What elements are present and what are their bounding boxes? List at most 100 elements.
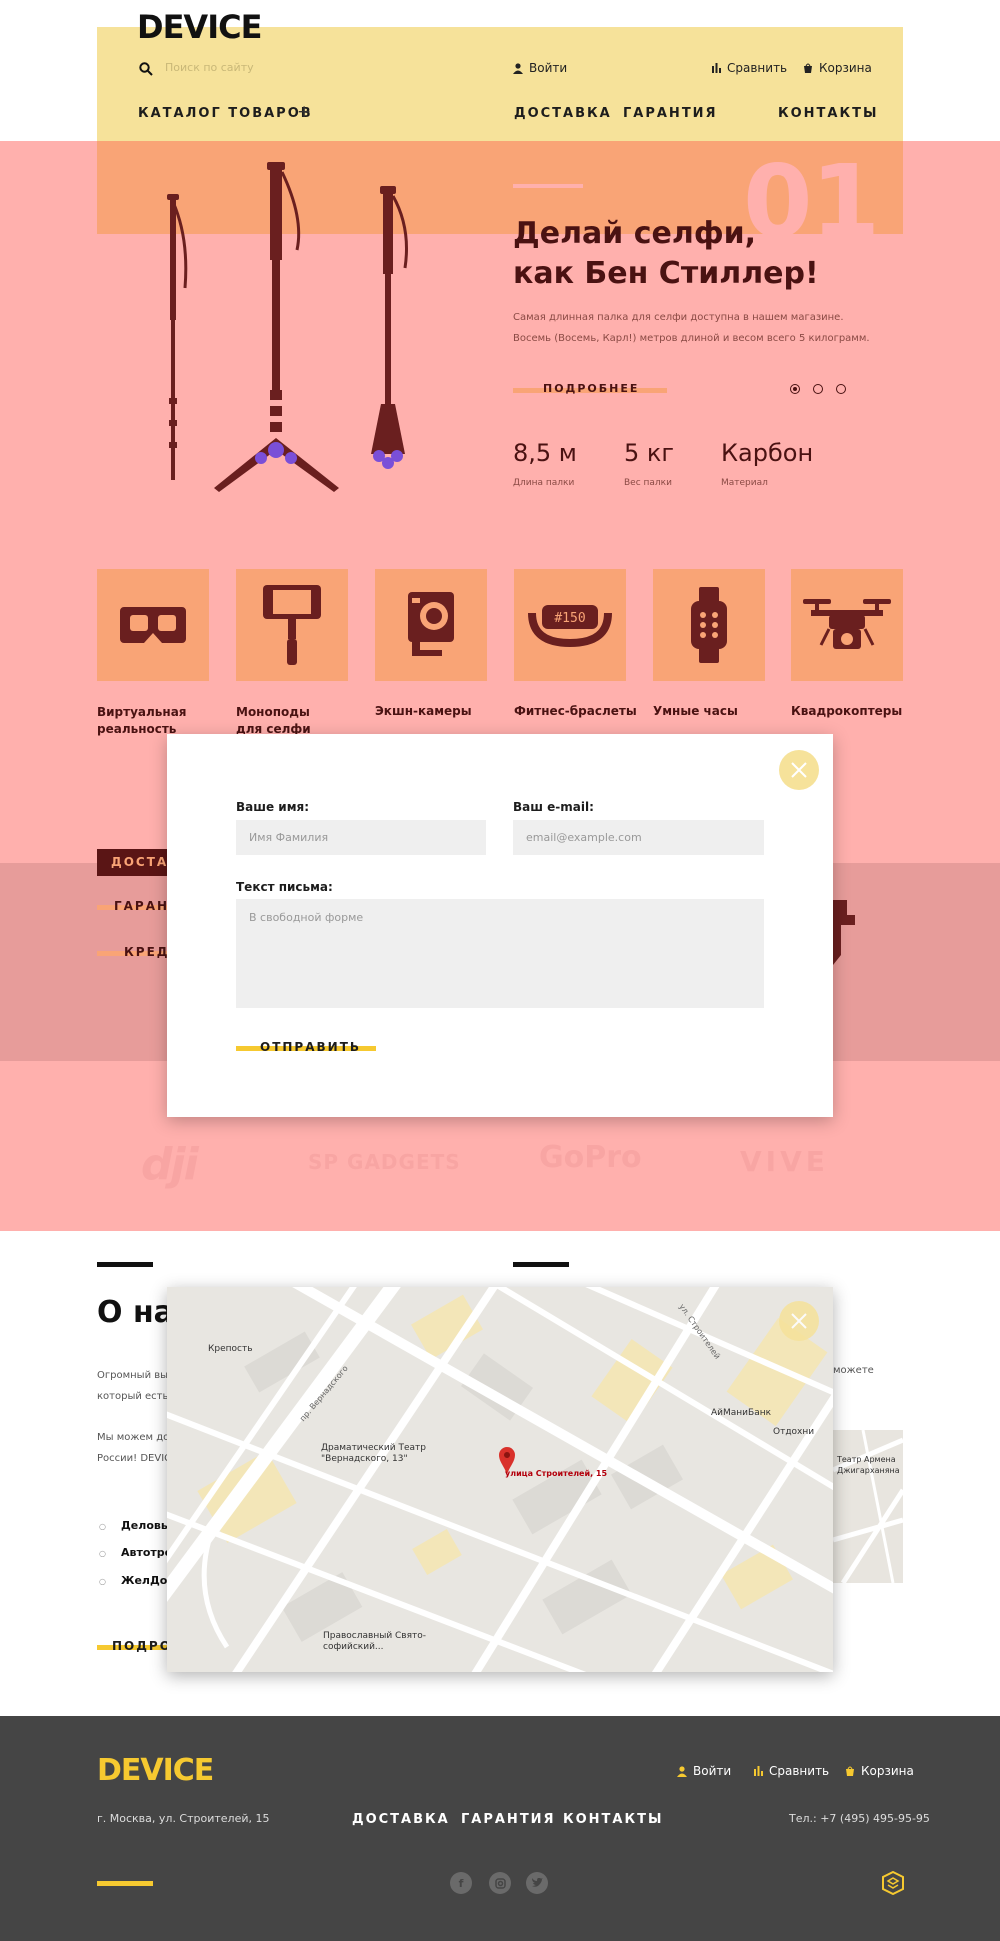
login-link[interactable]: Войти	[513, 61, 567, 75]
compare-icon	[712, 63, 721, 73]
about-accent-line	[97, 1262, 153, 1267]
about-text-2-line-1: Мы можем дос	[97, 1432, 175, 1443]
map-modal[interactable]: улица Строителей, 15 Крепость Драматичес…	[167, 1287, 833, 1672]
bullet-3: ○	[99, 1577, 106, 1586]
map-marker-label: улица Строителей, 15	[505, 1469, 608, 1478]
submit-button[interactable]: ОТПРАВИТЬ	[260, 1040, 361, 1054]
footer-cart-link[interactable]: Корзина	[845, 1764, 914, 1778]
login-label: Войти	[529, 61, 568, 75]
developer-logo-icon[interactable]	[882, 1870, 904, 1896]
email-label: Ваш e-mail:	[513, 800, 594, 814]
category-label-monopods[interactable]: Моноподы для селфи	[236, 704, 311, 738]
spec-label-length: Длина палки	[513, 478, 575, 488]
email-input[interactable]: email@example.com	[513, 820, 764, 855]
brand-gopro[interactable]: GoPro	[539, 1140, 642, 1175]
nav-warranty[interactable]: ГАРАНТИЯ	[623, 106, 718, 121]
category-fitness[interactable]: #150	[514, 569, 626, 681]
category-label-monopods-line-1: Моноподы	[236, 705, 310, 719]
search-icon[interactable]	[139, 61, 153, 76]
service-illustration	[833, 855, 855, 965]
footer-nav-contacts[interactable]: КОНТАКТЫ	[563, 1812, 663, 1827]
category-smartwatch[interactable]	[653, 569, 765, 681]
message-textarea-placeholder: В свободной форме	[249, 911, 364, 924]
contacts-text: можете	[833, 1365, 874, 1376]
map-preview-poi: Театр Армена Джигарханяна	[837, 1454, 900, 1476]
footer-login-link[interactable]: Войти	[677, 1764, 731, 1778]
category-label-drones[interactable]: Квадрокоптеры	[791, 704, 902, 718]
footer-address: г. Москва, ул. Строителей, 15	[97, 1812, 270, 1825]
footer-compare-label: Сравнить	[769, 1764, 830, 1778]
about-more-button[interactable]: ПОДРО	[112, 1639, 172, 1653]
nav-delivery[interactable]: ДОСТАВКА	[514, 106, 612, 121]
category-label-watches[interactable]: Умные часы	[653, 704, 738, 718]
about-text-1-line-1: Огромный вы	[97, 1370, 169, 1381]
close-icon	[791, 1313, 807, 1329]
map-poi: Крепость	[208, 1344, 253, 1354]
name-label: Ваше имя:	[236, 800, 310, 814]
map-close-button[interactable]	[779, 1301, 819, 1341]
slide-dot-2[interactable]	[813, 384, 823, 394]
slide-image	[159, 158, 459, 498]
site-logo[interactable]: DEVICE	[137, 8, 262, 46]
category-label-fitness[interactable]: Фитнес-браслеты	[514, 704, 637, 718]
brand-dji[interactable]: dji	[141, 1139, 199, 1190]
brand-vive[interactable]: VIVE	[740, 1145, 829, 1178]
name-input-placeholder: Имя Фамилия	[249, 831, 329, 844]
cart-label: Корзина	[819, 61, 872, 75]
message-textarea[interactable]: В свободной форме	[236, 899, 764, 1008]
smartwatch-icon	[691, 587, 727, 663]
category-vr[interactable]	[97, 569, 209, 681]
twitter-icon[interactable]	[526, 1872, 548, 1894]
plus-icon[interactable]: +	[297, 104, 311, 121]
map-poi: АйМаниБанк	[711, 1408, 772, 1418]
catalog-label: КАТАЛОГ ТОВАРОВ	[138, 106, 313, 121]
drone-icon	[803, 599, 891, 649]
about-text-2: Мы можем дос России! DEVICE	[97, 1427, 177, 1469]
spec-label-weight: Вес палки	[624, 478, 672, 488]
facebook-icon[interactable]: f	[450, 1872, 472, 1894]
feedback-modal: Ваше имя: Имя Фамилия Ваш e-mail: email@…	[167, 734, 833, 1117]
message-label: Текст письма:	[236, 880, 333, 894]
selfie-stick-icon	[263, 585, 321, 665]
about-text-2-line-2: России! DEVICE	[97, 1453, 178, 1464]
service-tab-credit[interactable]: КРЕД	[124, 945, 170, 959]
contacts-accent-line	[513, 1262, 569, 1267]
cart-icon	[846, 1766, 854, 1776]
user-icon	[677, 1765, 687, 1777]
action-camera-icon	[408, 592, 454, 656]
footer-logo[interactable]: DEVICE	[97, 1753, 214, 1788]
vr-headset-icon	[120, 607, 186, 643]
name-input[interactable]: Имя Фамилия	[236, 820, 486, 855]
about-text-1-line-2: который есть	[97, 1391, 169, 1402]
category-drones[interactable]	[791, 569, 903, 681]
footer-nav-warranty[interactable]: ГАРАНТИЯ	[461, 1812, 556, 1827]
catalog-link[interactable]: КАТАЛОГ ТОВАРОВ	[138, 106, 313, 121]
search-input[interactable]: Поиск по сайту	[165, 61, 254, 74]
fitness-band-icon: #150	[528, 605, 612, 647]
about-list-item: Автотре	[121, 1546, 173, 1559]
cart-link[interactable]: Корзина	[803, 61, 872, 75]
slide-dot-1[interactable]	[790, 384, 800, 394]
instagram-icon[interactable]	[489, 1872, 511, 1894]
category-label-vr[interactable]: Виртуальная реальность	[97, 704, 187, 738]
bullet-1: ○	[99, 1522, 106, 1531]
category-label-cameras[interactable]: Экшн-камеры	[375, 704, 472, 718]
footer-compare-link[interactable]: Сравнить	[754, 1764, 829, 1778]
slide-more-button[interactable]: ПОДРОБНЕЕ	[513, 380, 667, 400]
slide-dot-3[interactable]	[836, 384, 846, 394]
category-monopods[interactable]	[236, 569, 348, 681]
service-tab-warranty[interactable]: ГАРАН	[114, 899, 169, 913]
compare-link[interactable]: Сравнить	[712, 61, 787, 75]
map-canvas[interactable]	[167, 1287, 833, 1672]
map-preview[interactable]: Театр Армена Джигарханяна	[832, 1429, 906, 1585]
nav-contacts[interactable]: КОНТАКТЫ	[778, 106, 878, 121]
category-action-cameras[interactable]	[375, 569, 487, 681]
cart-icon	[804, 63, 812, 73]
map-poi: Отдохни	[773, 1427, 815, 1437]
slide-accent-line	[513, 184, 583, 188]
brand-sp-gadgets[interactable]: SP GADGETS	[308, 1150, 461, 1174]
feedback-close-button[interactable]	[779, 750, 819, 790]
footer-phone: Тел.: +7 (495) 495-95-95	[789, 1812, 930, 1825]
email-input-placeholder: email@example.com	[526, 831, 642, 844]
footer-nav-delivery[interactable]: ДОСТАВКА	[352, 1812, 450, 1827]
